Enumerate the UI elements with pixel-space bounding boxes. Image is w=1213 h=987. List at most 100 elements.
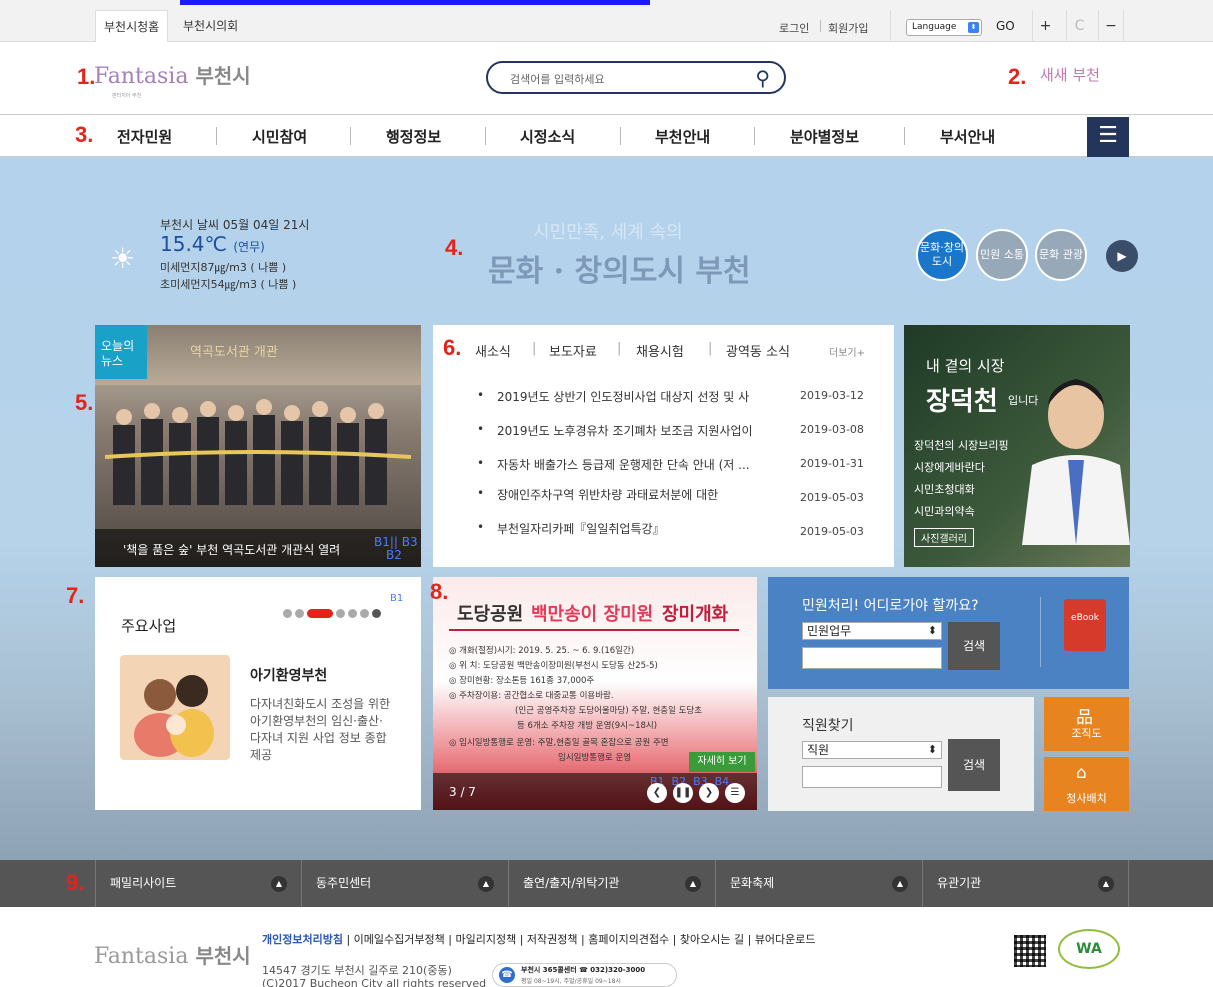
dot[interactable] [360,609,369,618]
slide-controls[interactable]: B1|| B3 [374,535,418,549]
festival-dropdown[interactable]: 문화축제 ▲ [716,860,923,907]
go-button[interactable]: GO [996,19,1015,33]
copyright-link[interactable]: 저작권정책 [527,933,578,946]
divider [820,20,821,32]
mayor-link-dialogue[interactable]: 시민초청대화 [914,481,975,497]
ebook-button[interactable]: eBook [1064,599,1106,651]
viewer-link[interactable]: 뷰어다운로드 [755,933,816,946]
signup-link[interactable]: 회원가입 [828,20,868,36]
email-policy-link[interactable]: 이메일수집거부정책 [354,933,445,946]
call-center-badge: ☎ 부천시 365콜센터 ☎ 032)320-3000 평일 08~19시, 주… [492,963,677,987]
banner-line: ◎ 위 치: 도당공원 백만송이장미원(부천시 도당동 산25-5) [449,661,658,671]
family-site-dropdown[interactable]: 패밀리사이트 ▲ [95,860,302,907]
circle-civil[interactable]: 민원 소통 [976,229,1028,281]
language-select[interactable]: Language ⬍ [906,19,982,36]
search-icon[interactable]: ⚲ [755,66,770,90]
community-center-dropdown[interactable]: 동주민센터 ▲ [302,860,509,907]
mileage-link[interactable]: 마일리지정책 [455,933,516,946]
nav-departments[interactable]: 부서안내 [940,126,995,147]
prev-icon[interactable]: ❮ [647,783,667,803]
more-link[interactable]: 더보기+ [829,344,865,359]
directions-link[interactable]: 찾아오시는 길 [680,933,744,946]
agencies-label: 출연/출자/위탁기관 [523,876,620,890]
civil-input[interactable] [802,647,942,669]
next-icon[interactable]: ❯ [699,783,719,803]
nav-participation[interactable]: 시민참여 [252,126,307,147]
pause-icon[interactable] [372,609,381,618]
tab-press[interactable]: 보도자료 [549,341,597,360]
news-photo[interactable]: 역곡도서관 개관 오늘의 뉴스 '책을 품은 숲' 부천 역곡도서관 개관식 열… [95,325,421,567]
nav-city-news[interactable]: 시정소식 [520,126,575,147]
mayor-link-briefing[interactable]: 장덕천의 시장브리핑 [914,437,1009,453]
news-item[interactable]: 2019년도 상반기 인도정비사업 대상지 선정 및 사 [477,388,749,405]
login-link[interactable]: 로그인 [779,20,809,36]
news-item[interactable]: 장애인주차구역 위반차량 과태료처분에 대한 [477,486,718,503]
dot[interactable] [348,609,357,618]
mayor-banner[interactable]: 내 곁의 시장 장덕천 입니다 장덕천의 시장브리핑 시장에게바란다 시민초청대… [904,325,1130,567]
nav-e-civil[interactable]: 전자민원 [117,126,172,147]
slide-controls-2[interactable]: B2 [386,548,402,562]
tab-recruit[interactable]: 채용시험 [636,341,684,360]
chevron-up-icon: ▲ [1098,876,1114,892]
nav-field-info[interactable]: 분야별정보 [790,126,859,147]
event-banner[interactable]: 8. 도당공원 백만송이 장미원 장미개화 ◎ 개화(절정)시기: 2019. … [430,577,757,810]
civil-select[interactable]: 민원업무 [802,622,942,640]
news-badge: 오늘의 뉴스 [95,325,147,379]
chevron-up-icon: ▲ [685,876,701,892]
list-icon[interactable]: ☰ [725,783,745,803]
tab-district[interactable]: 광역동 소식 [726,341,790,360]
news-item[interactable]: 부천일자리카페『일일취업특강』 [477,520,664,537]
dot[interactable] [283,609,292,618]
dot-active[interactable] [307,609,333,618]
news-item[interactable]: 자동차 배출가스 등급제 운행제한 단속 안내 (저 ... [477,456,750,473]
banner-title-2: 백만송이 장미원 [531,604,654,625]
search-input[interactable]: 검색어를 입력하세요 [510,71,605,87]
search-box[interactable]: 검색어를 입력하세요 ⚲ [486,61,786,94]
weather-pm10: 미세먼지87㎍/m3 ( 나쁨 ) [160,261,287,274]
mayor-link-wish[interactable]: 시장에게바란다 [914,459,985,475]
dot[interactable] [295,609,304,618]
org-chart-button[interactable]: 品 조직도 [1044,697,1129,751]
footer-copyright: (C)2017 Bucheon City all rights reserved [262,977,487,987]
zoom-reset-button[interactable]: C [1066,10,1092,42]
news-caption[interactable]: '책을 품은 숲' 부천 역곡도서관 개관식 열려 [95,529,421,567]
zoom-out-button[interactable]: − [1098,10,1124,42]
divider [485,127,486,145]
footer-logo: Fantasia 부천시 [94,940,251,969]
menu-icon[interactable]: ☰ [1087,117,1129,157]
zoom-in-button[interactable]: + [1032,10,1058,42]
tab-city-council[interactable]: 부천시의회 [175,10,246,42]
marker-5: 5. [75,390,94,415]
circle-tourism[interactable]: 문화 관광 [1035,229,1087,281]
agencies-dropdown[interactable]: 출연/출자/위탁기관 ▲ [509,860,716,907]
logo-sub: 판타지아 부천 [112,93,142,99]
tab-city-home[interactable]: 부천시청홈 [95,10,169,42]
civil-search-button[interactable]: 검색 [948,622,1000,670]
nav-about[interactable]: 부천안내 [655,126,710,147]
banner-line: 임시일방통행로 운영 [558,753,632,763]
footer: Fantasia 부천시 개인정보처리방침 | 이메일수집거부정책 | 마일리지… [0,907,1213,987]
next-icon[interactable]: ▶ [1106,240,1138,272]
detail-button[interactable]: 자세히 보기 [689,752,755,772]
pause-icon[interactable]: ❚❚ [673,783,693,803]
family-site-label: 패밀리사이트 [110,876,177,890]
mayor-link-promise[interactable]: 시민과의약속 [914,503,975,519]
dot[interactable] [336,609,345,618]
staff-select[interactable]: 직원 [802,741,942,759]
feedback-link[interactable]: 홈페이지의견접수 [588,933,669,946]
news-item[interactable]: 2019년도 노후경유차 조기폐차 보조금 지원사업이 [477,422,753,439]
staff-search-button[interactable]: 검색 [948,739,1000,791]
site-logo[interactable]: Fantasia 부천시 [94,60,251,89]
marker-9: 9. [66,870,85,895]
business-title: 주요사업 [121,617,177,635]
circle-culture-city[interactable]: 문화·창의 도시 [916,229,968,281]
privacy-link[interactable]: 개인정보처리방침 [262,933,343,946]
staff-input[interactable] [802,766,942,788]
gallery-button[interactable]: 사진갤러리 [914,528,974,547]
related-orgs-dropdown[interactable]: 유관기관 ▲ [923,860,1129,907]
tab-new-news[interactable]: 새소식 [475,341,511,360]
slide-dots[interactable] [283,603,384,622]
nav-admin-info[interactable]: 행정정보 [386,126,441,147]
business-sub[interactable]: 아기환영부천 [250,665,327,685]
office-layout-button[interactable]: ⌂ 청사배치 [1044,757,1129,811]
